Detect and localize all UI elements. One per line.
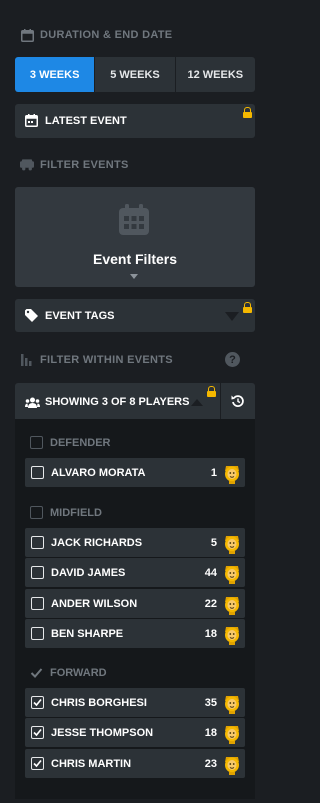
player-filter-dropdown[interactable]: SHOWING 3 OF 8 PLAYERS: [15, 383, 220, 419]
player-row[interactable]: CHRIS MARTIN 23: [25, 749, 245, 778]
player-number: 5: [210, 536, 217, 549]
bar-chart-icon: [20, 353, 34, 367]
checkbox[interactable]: [31, 597, 44, 610]
checkbox[interactable]: [31, 726, 44, 739]
calendar-icon: [20, 28, 34, 42]
chevron-up-icon: [191, 399, 203, 406]
player-name: DAVID JAMES: [51, 566, 126, 579]
calendar-icon: [25, 114, 38, 132]
player-avatar: [222, 623, 242, 645]
users-icon: [25, 395, 40, 413]
checkbox[interactable]: [31, 466, 44, 479]
group-header-forward[interactable]: FORWARD: [30, 666, 107, 679]
player-avatar: [222, 692, 242, 714]
latest-event-label: LATEST EVENT: [45, 115, 127, 127]
player-avatar: [222, 562, 242, 584]
player-number: 22: [204, 597, 217, 610]
checkbox[interactable]: [31, 696, 44, 709]
event-filters-label: Event Filters: [92, 251, 178, 267]
player-row[interactable]: DAVID JAMES 44: [25, 558, 245, 587]
player-number: 18: [204, 627, 217, 640]
event-tags-dropdown[interactable]: EVENT TAGS: [15, 299, 255, 332]
player-row[interactable]: JESSE THOMPSON 18: [25, 718, 245, 747]
checkbox[interactable]: [31, 627, 44, 640]
filter-within-header-label: FILTER WITHIN EVENTS: [40, 354, 173, 366]
filter-events-header: FILTER EVENTS: [20, 155, 129, 175]
checkmark-icon[interactable]: [30, 666, 43, 679]
filter-within-header: FILTER WITHIN EVENTS: [20, 350, 245, 370]
player-number: 1: [210, 466, 217, 479]
player-name: BEN SHARPE: [51, 627, 124, 640]
player-name: CHRIS BORGHESI: [51, 696, 147, 709]
event-tags-label: EVENT TAGS: [45, 310, 115, 322]
reset-icon: [231, 394, 245, 413]
lock-icon: [243, 107, 252, 119]
player-name: JACK RICHARDS: [51, 536, 143, 549]
player-number: 35: [204, 696, 217, 709]
group-header-midfield[interactable]: MIDFIELD: [30, 506, 102, 519]
duration-option-3-weeks[interactable]: 3 WEEKS: [15, 57, 96, 92]
player-row[interactable]: ALVARO MORATA 1: [25, 458, 245, 487]
player-avatar: [222, 722, 242, 744]
group-label: DEFENDER: [50, 436, 111, 449]
player-avatar: [222, 462, 242, 484]
player-avatar: [222, 593, 242, 615]
player-name: JESSE THOMPSON: [51, 726, 154, 739]
duration-option-5-weeks[interactable]: 5 WEEKS: [95, 57, 176, 92]
group-label: MIDFIELD: [50, 506, 102, 519]
latest-event-button[interactable]: LATEST EVENT: [15, 104, 255, 138]
player-avatar: [222, 753, 242, 775]
reset-button[interactable]: [221, 383, 255, 419]
player-row[interactable]: BEN SHARPE 18: [25, 619, 245, 648]
filter-events-header-label: FILTER EVENTS: [40, 159, 129, 171]
help-icon[interactable]: ?: [225, 352, 240, 367]
checkbox[interactable]: [30, 436, 43, 449]
checkbox[interactable]: [31, 757, 44, 770]
player-row[interactable]: CHRIS BORGHESI 35: [25, 688, 245, 717]
chevron-down-icon: [225, 312, 239, 321]
duration-header: DURATION & END DATE: [20, 25, 172, 45]
player-row[interactable]: ANDER WILSON 22: [25, 589, 245, 618]
lock-icon: [243, 302, 252, 314]
event-filters-card[interactable]: Event Filters: [15, 187, 255, 287]
player-number: 44: [204, 566, 217, 579]
duration-header-label: DURATION & END DATE: [40, 29, 173, 41]
chevron-down-icon: [130, 274, 138, 279]
checkbox[interactable]: [31, 536, 44, 549]
player-row[interactable]: JACK RICHARDS 5: [25, 528, 245, 557]
player-name: ANDER WILSON: [51, 597, 138, 610]
showing-players-label: SHOWING 3 OF 8 PLAYERS: [45, 396, 190, 408]
group-label: FORWARD: [50, 666, 107, 679]
player-avatar: [222, 532, 242, 554]
checkbox[interactable]: [30, 506, 43, 519]
player-name: ALVARO MORATA: [51, 466, 146, 479]
vehicle-icon: [20, 158, 34, 172]
player-number: 23: [204, 757, 217, 770]
duration-option-12-weeks[interactable]: 12 WEEKS: [175, 57, 255, 92]
group-header-defender[interactable]: DEFENDER: [30, 436, 111, 449]
checkbox[interactable]: [31, 566, 44, 579]
player-name: CHRIS MARTIN: [51, 757, 132, 770]
lock-icon: [207, 386, 216, 398]
duration-selector: 3 WEEKS 5 WEEKS 12 WEEKS: [15, 57, 255, 92]
calendar-icon: [118, 204, 150, 241]
tag-icon: [25, 309, 38, 327]
player-number: 18: [204, 726, 217, 739]
